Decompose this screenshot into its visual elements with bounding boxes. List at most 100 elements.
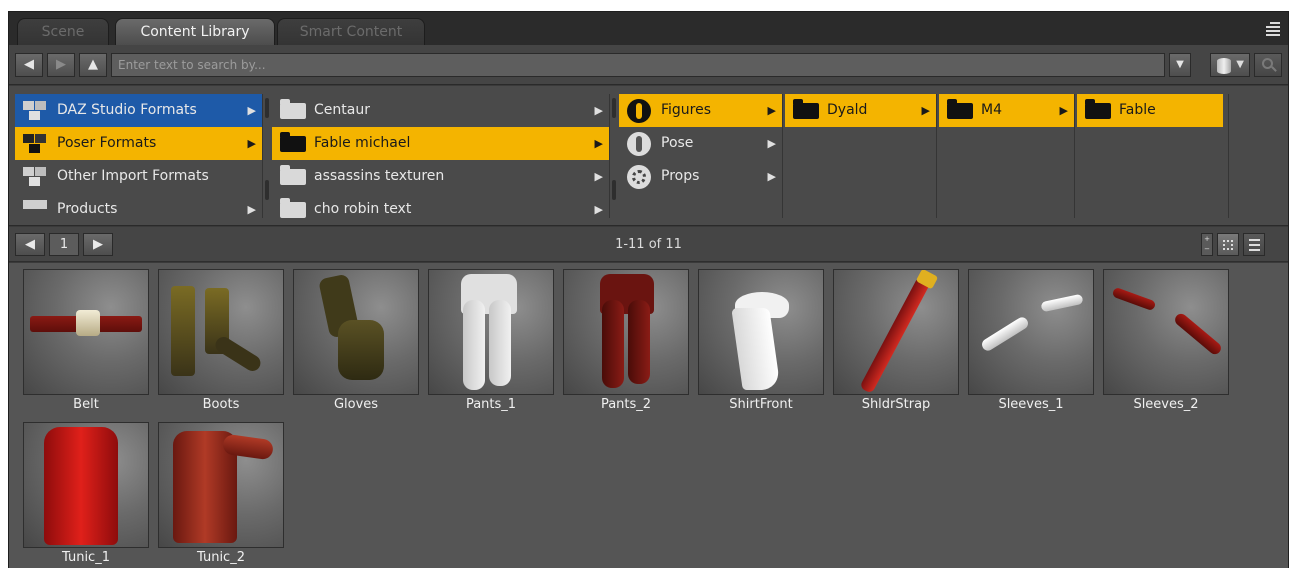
gloves-thumbnail [293, 269, 419, 395]
item-label: Sleeves_2 [1133, 397, 1199, 412]
panel-menu-icon[interactable] [1264, 20, 1280, 36]
browser-item-label: Fable [1119, 102, 1156, 118]
icon-view-button[interactable] [1217, 233, 1239, 256]
item-label: Belt [73, 397, 99, 412]
browser-item-products[interactable]: Products ▶ [15, 193, 262, 218]
search-button[interactable] [1254, 53, 1282, 77]
browser-item-cho-robin-text[interactable]: cho robin text ▶ [272, 193, 609, 218]
database-menu-button[interactable]: ▼ [1210, 53, 1250, 77]
browser-item-label: DAZ Studio Formats [57, 102, 197, 118]
item-label: Gloves [333, 397, 379, 412]
import-formats-icon [23, 167, 49, 187]
content-item-belt[interactable]: Belt [23, 269, 149, 419]
browser-item-label: Products [57, 201, 118, 217]
chevron-right-icon: ▶ [594, 104, 603, 117]
browser-item-m4[interactable]: M4 ▶ [939, 94, 1074, 127]
chevron-down-icon: ▼ [1236, 59, 1244, 70]
folder-icon [947, 99, 973, 119]
browser-item-fable-michael[interactable]: Fable michael ▶ [272, 127, 609, 160]
tab-bar: Scene Content Library Smart Content [9, 12, 1288, 45]
result-count: 1-11 of 11 [615, 237, 682, 252]
content-library-panel: Scene Content Library Smart Content ◀ ▶ … [8, 11, 1289, 568]
browser-column-fable-michael: Figures ▶ Pose ▶ Props ▶ [619, 94, 783, 218]
browser-item-label: M4 [981, 102, 1002, 118]
list-view-button[interactable] [1243, 233, 1265, 256]
pager-bar: 1-11 of 11 ◀ 1 ▶ + − [9, 227, 1288, 262]
search-toolbar: ◀ ▶ ▲ ▼ ▼ [9, 45, 1288, 85]
sleeves-white-thumbnail [968, 269, 1094, 395]
tab-content-library[interactable]: Content Library [115, 18, 275, 45]
tab-scene[interactable]: Scene [17, 18, 109, 45]
thumbnail-size-stepper[interactable]: + − [1201, 233, 1213, 256]
pants-white-thumbnail [428, 269, 554, 395]
folder-icon [280, 165, 306, 185]
browser-item-figures[interactable]: Figures ▶ [619, 94, 782, 127]
database-icon [1217, 58, 1231, 74]
item-label: Tunic_1 [62, 550, 110, 565]
folder-icon [280, 198, 306, 218]
browser-item-dyald[interactable]: Dyald ▶ [785, 94, 936, 127]
browser-item-label: assassins texturen [314, 168, 445, 184]
item-label: ShirtFront [729, 397, 793, 412]
boots-thumbnail [158, 269, 284, 395]
browser-column-poser-formats: Centaur ▶ Fable michael ▶ assassins text… [272, 94, 610, 218]
content-item-tunic-2[interactable]: Tunic_2 [158, 422, 284, 568]
page-number[interactable]: 1 [49, 233, 79, 256]
browser-item-label: Fable michael [314, 135, 411, 151]
browser-column-figures: Dyald ▶ [785, 94, 937, 218]
tunic-brown-thumbnail [158, 422, 284, 548]
forward-button[interactable]: ▶ [47, 53, 75, 77]
item-label: Sleeves_1 [998, 397, 1064, 412]
search-options-dropdown[interactable]: ▼ [1169, 53, 1191, 77]
content-item-boots[interactable]: Boots [158, 269, 284, 419]
content-item-pants-1[interactable]: Pants_1 [428, 269, 554, 419]
browser-item-props[interactable]: Props ▶ [619, 160, 782, 193]
tunic-red-thumbnail [23, 422, 149, 548]
column-splitter[interactable] [611, 98, 617, 216]
browser-item-assassins-texturen[interactable]: assassins texturen ▶ [272, 160, 609, 193]
item-label: Pants_1 [465, 397, 517, 412]
content-item-sleeves-1[interactable]: Sleeves_1 [968, 269, 1094, 419]
browser-item-daz-studio-formats[interactable]: DAZ Studio Formats ▶ [15, 94, 262, 127]
browser-item-other-import-formats[interactable]: Other Import Formats [15, 160, 262, 193]
browser-item-poser-formats[interactable]: Poser Formats ▶ [15, 127, 262, 160]
browser-item-centaur[interactable]: Centaur ▶ [272, 94, 609, 127]
search-input[interactable] [111, 53, 1165, 77]
back-button[interactable]: ◀ [15, 53, 43, 77]
item-label: Pants_2 [600, 397, 652, 412]
browser-item-label: Dyald [827, 102, 868, 118]
folder-icon [280, 132, 306, 152]
browser-item-label: Centaur [314, 102, 370, 118]
item-label: Boots [202, 397, 240, 412]
browser-item-fable[interactable]: Fable [1077, 94, 1223, 127]
props-icon [627, 165, 651, 189]
pose-icon [627, 132, 651, 156]
content-item-shirtfront[interactable]: ShirtFront [698, 269, 824, 419]
content-grid: Belt Boots Gloves Pants_1 Pants_2 ShirtF… [9, 263, 1288, 568]
content-item-tunic-1[interactable]: Tunic_1 [23, 422, 149, 568]
content-item-pants-2[interactable]: Pants_2 [563, 269, 689, 419]
content-item-shldrstrap[interactable]: ShldrStrap [833, 269, 959, 419]
chevron-right-icon: ▶ [594, 170, 603, 183]
up-button[interactable]: ▲ [79, 53, 107, 77]
content-item-gloves[interactable]: Gloves [293, 269, 419, 419]
folder-icon [793, 99, 819, 119]
browser-item-pose[interactable]: Pose ▶ [619, 127, 782, 160]
browser-column-root: DAZ Studio Formats ▶ Poser Formats ▶ Oth… [15, 94, 263, 218]
tab-smart-content[interactable]: Smart Content [277, 18, 425, 45]
browser-item-label: Other Import Formats [57, 168, 209, 184]
poser-formats-icon [23, 134, 49, 154]
prev-page-button[interactable]: ◀ [15, 233, 45, 256]
chevron-right-icon: ▶ [1059, 104, 1068, 117]
figures-icon [627, 99, 651, 123]
shirtfront-thumbnail [698, 269, 824, 395]
item-label: ShldrStrap [861, 397, 931, 412]
content-item-sleeves-2[interactable]: Sleeves_2 [1103, 269, 1229, 419]
chevron-right-icon: ▶ [767, 137, 776, 150]
strap-thumbnail [833, 269, 959, 395]
chevron-right-icon: ▶ [247, 203, 256, 216]
column-splitter[interactable] [264, 98, 270, 216]
next-page-button[interactable]: ▶ [83, 233, 113, 256]
pants-red-thumbnail [563, 269, 689, 395]
products-icon [23, 200, 49, 218]
